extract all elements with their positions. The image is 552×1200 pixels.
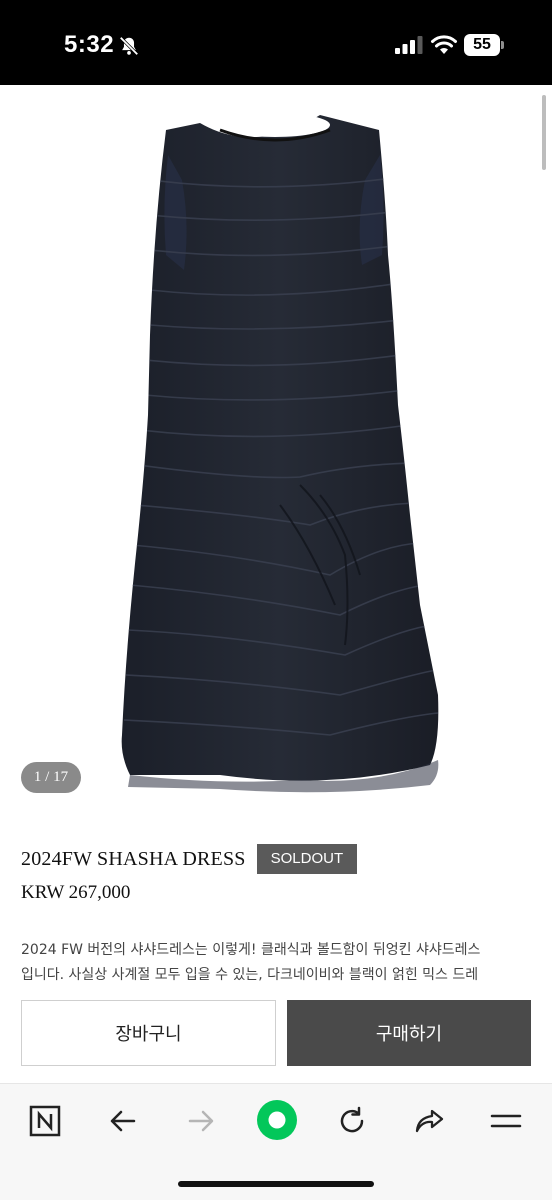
green-home-icon[interactable] [255, 1098, 299, 1142]
battery-icon: 55 [464, 34, 504, 56]
reload-icon[interactable] [335, 1104, 369, 1138]
home-indicator[interactable] [178, 1181, 374, 1187]
signal-icon [395, 36, 423, 54]
image-counter: 1 / 17 [21, 762, 81, 793]
battery-level: 55 [464, 34, 500, 56]
wifi-icon [431, 35, 457, 54]
menu-icon[interactable] [489, 1104, 523, 1138]
naver-n-icon[interactable] [28, 1104, 62, 1138]
description-line: 2024 FW 버전의 샤샤드레스는 이렇게! 클래식과 볼드함이 뒤엉킨 샤샤… [21, 942, 481, 958]
title-row: 2024FW SHASHA DRESS SOLDOUT [21, 842, 358, 876]
product-title: 2024FW SHASHA DRESS [21, 847, 246, 870]
action-bar: 장바구니 구매하기 [0, 985, 552, 1083]
cart-button[interactable]: 장바구니 [21, 1000, 276, 1066]
status-bar: 5:32 55 [0, 0, 552, 85]
status-time: 5:32 [64, 31, 115, 58]
bell-off-icon [119, 36, 139, 56]
product-image[interactable] [0, 85, 552, 810]
soldout-badge: SOLDOUT [256, 844, 358, 874]
forward-arrow-icon[interactable] [184, 1104, 218, 1138]
dress-image [121, 113, 439, 793]
share-icon[interactable] [412, 1104, 446, 1138]
buy-button[interactable]: 구매하기 [287, 1000, 531, 1066]
back-arrow-icon[interactable] [106, 1104, 140, 1138]
product-price: KRW 267,000 [21, 882, 131, 903]
product-description: 2024 FW 버전의 샤샤드레스는 이렇게! 클래식과 볼드함이 뒤엉킨 샤샤… [21, 938, 533, 988]
scroll-indicator[interactable] [542, 95, 546, 170]
